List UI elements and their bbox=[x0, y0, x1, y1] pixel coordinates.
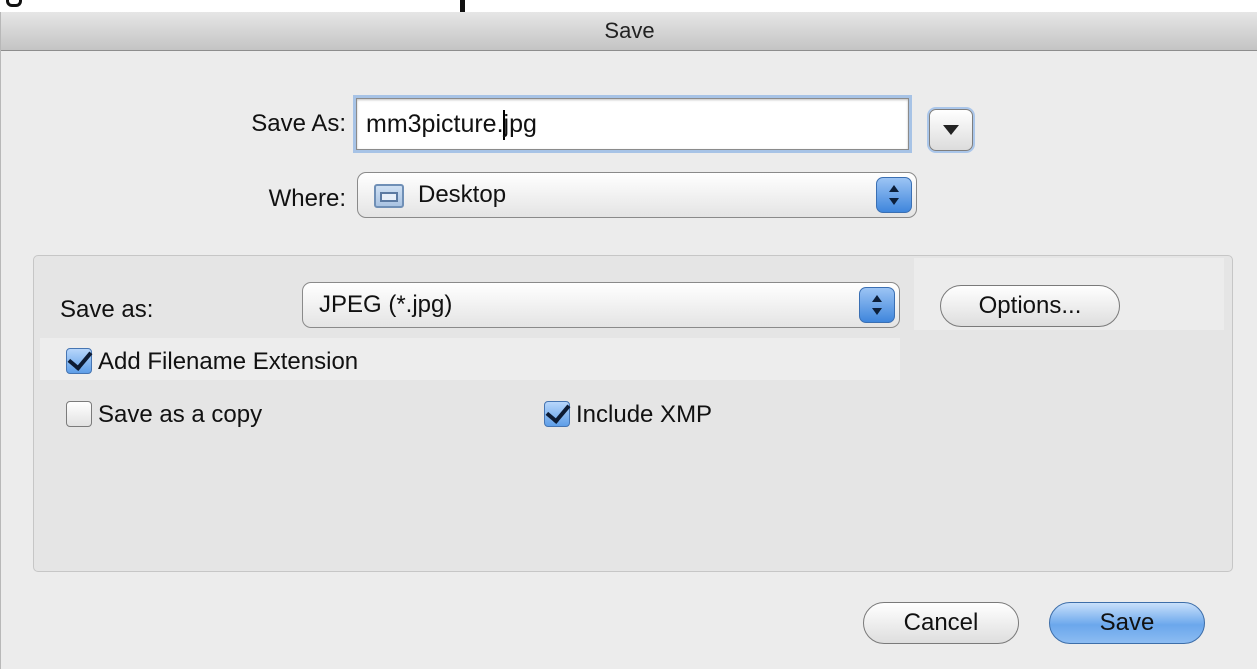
include-xmp-row[interactable]: Include XMP bbox=[544, 397, 713, 430]
add-extension-label: Add Filename Extension bbox=[98, 348, 359, 375]
where-selected: Desktop bbox=[418, 181, 507, 208]
save-button[interactable]: Save bbox=[1049, 602, 1205, 644]
save-copy-checkbox[interactable] bbox=[66, 400, 92, 427]
save-as-label: Save As: bbox=[251, 110, 346, 137]
filename-text-before-caret: mm3picture. bbox=[366, 110, 504, 138]
save-copy-label: Save as a copy bbox=[98, 401, 263, 428]
include-xmp-label: Include XMP bbox=[576, 401, 713, 428]
format-options-panel: Save as: JPEG (*.jpg) Options... Add Fil… bbox=[33, 255, 1233, 572]
add-extension-checkbox[interactable] bbox=[66, 344, 93, 374]
window-title: Save bbox=[604, 18, 655, 43]
where-label: Where: bbox=[268, 185, 346, 212]
screenshot: Save Save As: mm3picture.jpg Where: Desk… bbox=[0, 0, 1257, 669]
popup-stepper-icon bbox=[876, 177, 912, 213]
chevron-down-icon bbox=[943, 125, 959, 135]
checkmark-icon bbox=[67, 344, 93, 371]
folder-icon bbox=[374, 184, 404, 208]
format-label: Save as: bbox=[60, 296, 154, 323]
filename-text-after-caret: jpg bbox=[503, 110, 537, 138]
format-popup[interactable]: JPEG (*.jpg) bbox=[302, 282, 900, 328]
add-extension-row[interactable]: Add Filename Extension bbox=[66, 344, 359, 377]
cancel-button[interactable]: Cancel bbox=[863, 602, 1019, 644]
title-bar[interactable]: Save bbox=[1, 12, 1257, 51]
expand-browser-button[interactable] bbox=[929, 109, 973, 151]
filename-input[interactable]: mm3picture.jpg bbox=[356, 98, 909, 150]
cropped-background-text bbox=[0, 0, 1257, 12]
options-button[interactable]: Options... bbox=[940, 285, 1120, 327]
checkmark-icon bbox=[545, 397, 571, 424]
popup-stepper-icon bbox=[859, 287, 895, 323]
save-copy-row[interactable]: Save as a copy bbox=[66, 400, 262, 430]
include-xmp-checkbox[interactable] bbox=[544, 397, 571, 427]
format-selected: JPEG (*.jpg) bbox=[319, 291, 453, 318]
save-dialog: Save Save As: mm3picture.jpg Where: Desk… bbox=[0, 12, 1257, 669]
where-popup[interactable]: Desktop bbox=[357, 172, 917, 218]
